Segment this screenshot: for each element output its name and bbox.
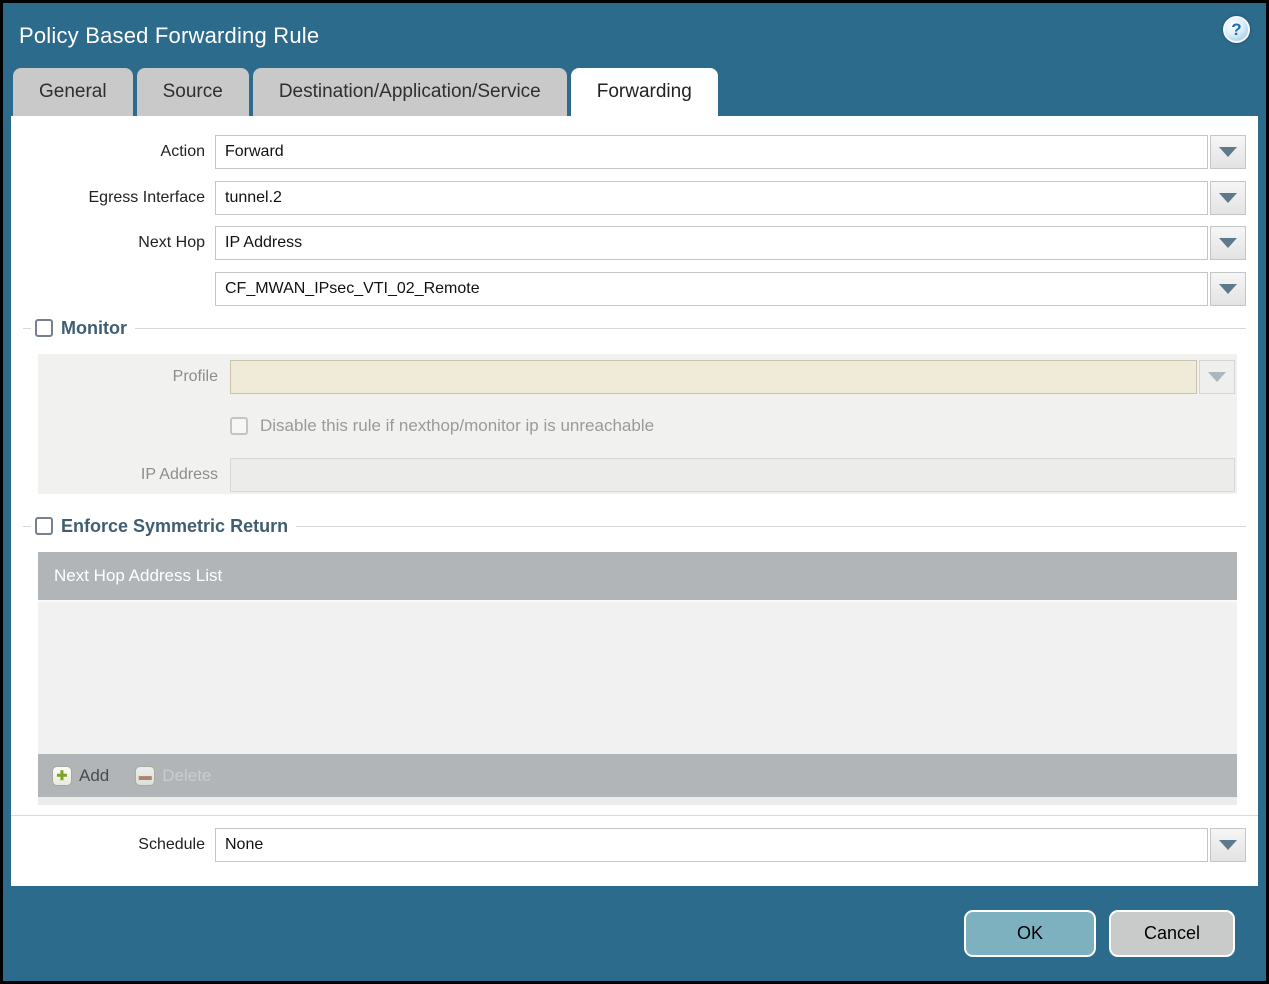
help-icon[interactable]: ? [1223,16,1250,43]
schedule-row: Schedule [11,828,1258,862]
schedule-label: Schedule [138,836,205,853]
legend-line [296,525,1246,527]
add-button-label: Add [79,765,110,785]
legend-line [23,327,31,329]
symmetric-return-section-title: Enforce Symmetric Return [61,515,289,536]
next-hop-type-field[interactable] [215,226,1208,260]
profile-dropdown-button [1199,360,1235,394]
monitor-profile-row: Profile [38,360,1235,394]
legend-line [23,525,31,527]
profile-field [230,360,1197,394]
section-divider [11,815,1258,816]
tab-forwarding[interactable]: Forwarding [570,68,718,116]
profile-label: Profile [172,368,218,385]
delete-button-label: Delete [162,765,212,785]
next-hop-address-list-body[interactable] [38,600,1237,754]
enforce-symmetric-return-checkbox[interactable] [35,517,53,535]
tab-bar: General Source Destination/Application/S… [3,68,1266,116]
egress-interface-label: Egress Interface [88,189,206,206]
tab-destination-application-service[interactable]: Destination/Application/Service [252,68,567,116]
chevron-down-icon [1219,284,1237,294]
minus-icon: ▬ [135,765,156,786]
schedule-field[interactable] [215,828,1208,862]
legend-line [134,327,1246,329]
monitor-panel: Profile Disable this rule if nexthop/mon… [38,354,1237,494]
monitor-ip-address-field [230,458,1235,492]
table-scrollbar-track [38,797,1237,805]
next-hop-type-dropdown-button[interactable] [1210,226,1246,260]
chevron-down-icon [1219,238,1237,248]
chevron-down-icon [1219,147,1237,157]
monitor-section-title: Monitor [61,317,127,338]
next-hop-address-dropdown-button[interactable] [1210,272,1246,306]
monitor-ip-address-label: IP Address [140,466,218,483]
disable-rule-checkbox [230,417,248,435]
schedule-dropdown-button[interactable] [1210,828,1246,862]
monitor-section-header: Monitor [23,316,1258,340]
chevron-down-icon [1219,840,1237,850]
action-dropdown-button[interactable] [1210,135,1246,169]
ok-button[interactable]: OK [964,910,1096,957]
next-hop-address-list-table: Next Hop Address List ✚ Add ▬ Delete [38,552,1237,805]
monitor-checkbox[interactable] [35,319,53,337]
policy-based-forwarding-dialog: Policy Based Forwarding Rule ? General S… [0,0,1269,984]
titlebar: Policy Based Forwarding Rule ? [3,3,1266,68]
forwarding-tab-panel: Action Egress Interface Next Hop Monitor [11,116,1258,886]
plus-icon: ✚ [52,765,72,786]
tab-general[interactable]: General [13,68,133,116]
next-hop-label: Next Hop [138,234,205,251]
monitor-ip-address-row: IP Address [38,458,1235,492]
next-hop-address-list-header: Next Hop Address List [38,552,1237,600]
add-button[interactable]: ✚ Add [52,765,110,786]
next-hop-row: Next Hop [11,226,1258,260]
action-label: Action [160,143,205,160]
action-row: Action [11,135,1258,169]
egress-interface-field[interactable] [215,181,1208,215]
chevron-down-icon [1208,372,1226,382]
delete-button: ▬ Delete [135,765,212,786]
egress-interface-dropdown-button[interactable] [1210,181,1246,215]
next-hop-address-field[interactable] [215,272,1208,306]
chevron-down-icon [1219,193,1237,203]
disable-rule-label: Disable this rule if nexthop/monitor ip … [260,416,655,435]
next-hop-address-row [11,272,1258,306]
cancel-button[interactable]: Cancel [1109,910,1235,957]
egress-interface-row: Egress Interface [11,181,1258,215]
action-field[interactable] [215,135,1208,169]
monitor-disable-rule-row: Disable this rule if nexthop/monitor ip … [38,409,1235,443]
dialog-title: Policy Based Forwarding Rule [19,22,320,48]
dialog-footer: OK Cancel [3,886,1266,981]
next-hop-address-list-toolbar: ✚ Add ▬ Delete [38,754,1237,797]
tab-source[interactable]: Source [136,68,249,116]
symmetric-return-section-header: Enforce Symmetric Return [23,514,1258,538]
